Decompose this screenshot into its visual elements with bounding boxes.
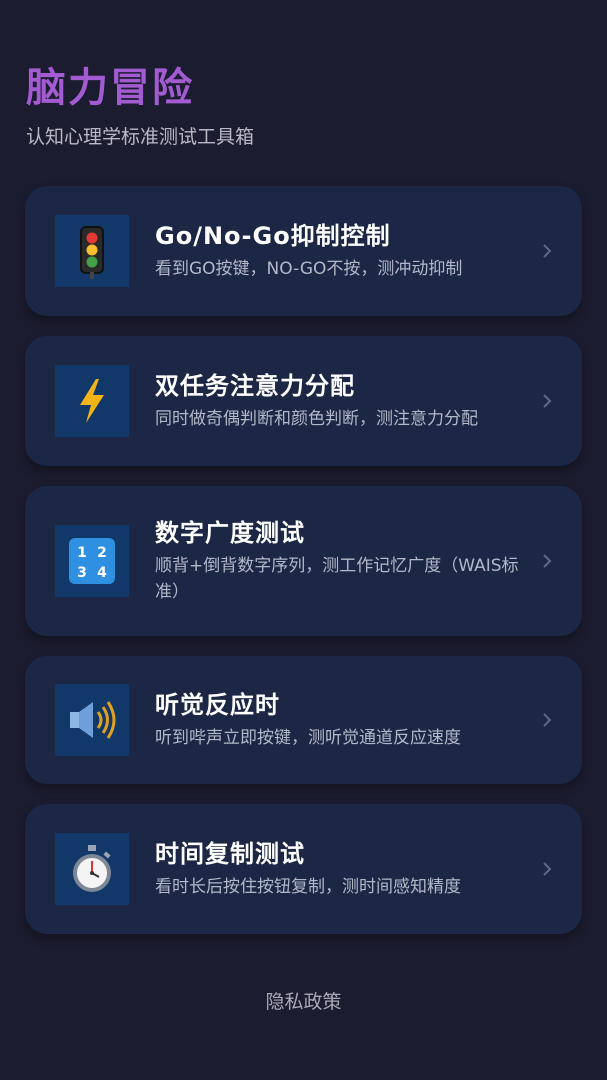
number-keys-icon: 1 2 3 4: [55, 525, 129, 597]
chevron-right-icon: [543, 394, 552, 408]
test-list: Go/No-Go抑制控制 看到GO按键，NO-GO不按，测冲动抑制 双任务注意力…: [25, 186, 582, 954]
icon-digit: 1: [77, 545, 87, 561]
speaker-icon: [55, 684, 129, 756]
test-card-digit-span[interactable]: 1 2 3 4 数字广度测试 顺背+倒背数字序列，测工作记忆广度（WAIS标准）: [25, 486, 582, 636]
icon-digit: 3: [77, 565, 87, 581]
icon-digit: 2: [97, 545, 107, 561]
chevron-right-icon: [543, 713, 552, 727]
test-description: 听到哔声立即按键，测听觉通道反应速度: [155, 728, 461, 748]
privacy-policy-link[interactable]: 隐私政策: [0, 988, 607, 1016]
icon-digit: 4: [97, 565, 107, 581]
chevron-right-icon: [543, 862, 552, 876]
test-description: 看时长后按住按钮复制，测时间感知精度: [155, 877, 461, 897]
test-description: 同时做奇偶判断和颜色判断，测注意力分配: [155, 409, 478, 429]
traffic-light-icon: [55, 215, 129, 287]
test-title: 听觉反应时: [155, 691, 280, 719]
test-card-time-reproduction[interactable]: 时间复制测试 看时长后按住按钮复制，测时间感知精度: [25, 804, 582, 934]
chevron-right-icon: [543, 244, 552, 258]
test-card-dual-task[interactable]: 双任务注意力分配 同时做奇偶判断和颜色判断，测注意力分配: [25, 336, 582, 466]
test-title: 时间复制测试: [155, 840, 305, 868]
test-card-auditory-reaction[interactable]: 听觉反应时 听到哔声立即按键，测听觉通道反应速度: [25, 656, 582, 784]
test-title: 数字广度测试: [155, 519, 305, 547]
test-title: Go/No-Go抑制控制: [155, 222, 391, 250]
test-description: 看到GO按键，NO-GO不按，测冲动抑制: [155, 259, 463, 279]
test-description: 顺背+倒背数字序列，测工作记忆广度（WAIS标准）: [155, 556, 519, 602]
app-subtitle: 认知心理学标准测试工具箱: [26, 126, 255, 148]
test-title: 双任务注意力分配: [155, 372, 355, 400]
app-title: 脑力冒险: [26, 65, 194, 111]
test-card-go-nogo[interactable]: Go/No-Go抑制控制 看到GO按键，NO-GO不按，测冲动抑制: [25, 186, 582, 316]
lightning-icon: [55, 365, 129, 437]
stopwatch-icon: [55, 833, 129, 905]
chevron-right-icon: [543, 554, 552, 568]
